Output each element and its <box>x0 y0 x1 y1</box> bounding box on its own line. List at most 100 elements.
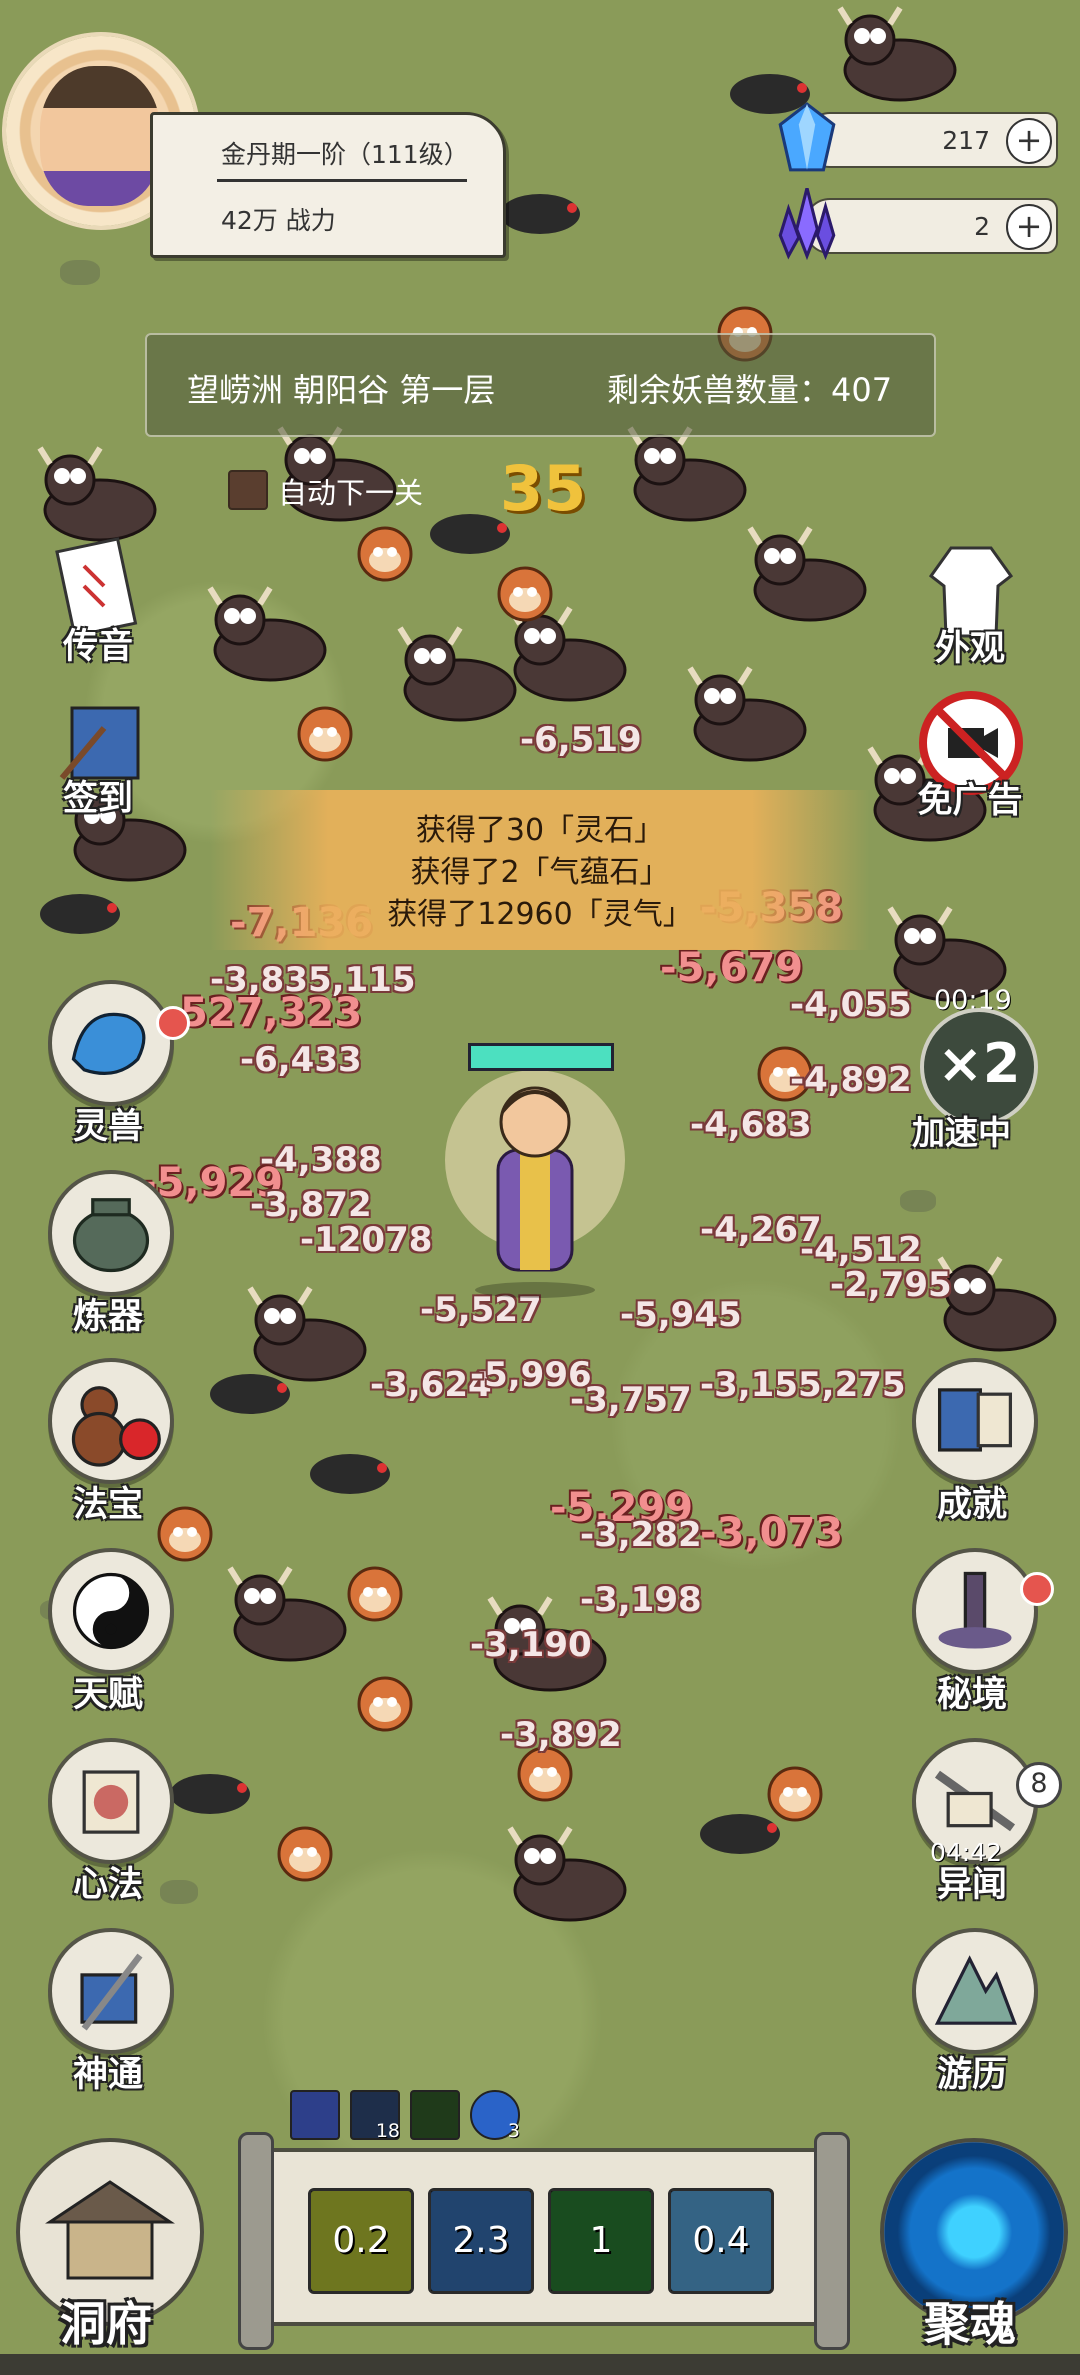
refine-label: 炼器 <box>72 1297 143 1337</box>
yin-yang-icon <box>48 1548 174 1674</box>
treasure-label: 法宝 <box>72 1485 143 1525</box>
talent-label: 天赋 <box>72 1675 143 1715</box>
checkin-label: 签到 <box>62 779 133 819</box>
skill-slot-1[interactable]: 0.2 <box>308 2188 414 2294</box>
damage-number: -3,282 <box>580 1515 702 1555</box>
gourd-icon <box>48 1358 174 1484</box>
secret-realm-label: 秘境 <box>936 1675 1007 1715</box>
avatar-portrait <box>40 66 160 206</box>
buff-slot[interactable]: 18 <box>350 2090 400 2142</box>
combat-power: 42万 战力 <box>221 206 336 235</box>
buff-slot[interactable]: 3 <box>470 2090 520 2142</box>
beast-label: 灵兽 <box>72 1107 143 1147</box>
stage-location: 望崂洲 朝阳谷 第一层 <box>187 371 496 409</box>
damage-number: -3,872 <box>250 1185 372 1225</box>
skill-cooldown: 0.2 <box>311 2191 411 2291</box>
monkey-monster <box>297 706 353 762</box>
no-ads-button[interactable]: 免广告 <box>890 680 1050 850</box>
sword-book-icon <box>48 1928 174 2054</box>
spirit-crystal-value: 217 <box>942 126 990 155</box>
purple-crystal-cluster-icon <box>778 188 836 260</box>
damage-number: -5,945 <box>620 1295 742 1335</box>
auto-next-label: 自动下一关 <box>278 476 424 510</box>
ox-monster <box>207 586 327 682</box>
damage-number: -3,073 <box>700 1510 844 1556</box>
damage-number: -5,679 <box>660 945 804 991</box>
remaining-monsters: 剩余妖兽数量：407 <box>607 371 893 409</box>
secret-realm-button[interactable]: 秘境 <box>892 1548 1054 1718</box>
ox-monster <box>837 6 957 102</box>
player-info-panel[interactable]: 金丹期一阶（111级） 42万 战力 <box>150 112 506 258</box>
loot-notification: 获得了30「灵石」 获得了2「气蕴石」 获得了12960「灵气」 <box>210 790 870 950</box>
add-spirit-crystal-button[interactable]: + <box>1006 118 1052 164</box>
scroll-end-right <box>814 2132 850 2350</box>
appearance-button[interactable]: 外观 <box>890 528 1050 698</box>
beast-button[interactable]: 灵兽 <box>28 980 190 1150</box>
achievement-label: 成就 <box>936 1485 1007 1525</box>
speed-status-label: 加速中 <box>912 1113 1011 1152</box>
damage-number: -4,055 <box>790 985 912 1025</box>
damage-number: -3,757 <box>570 1380 692 1420</box>
cauldron-icon <box>48 1170 174 1296</box>
qi-crystal-value: 2 <box>974 212 990 241</box>
ox-monster <box>687 666 807 762</box>
scroll-end-left <box>238 2132 274 2350</box>
divine-label: 神通 <box>72 2055 143 2095</box>
damage-number: -12078 <box>300 1220 433 1260</box>
travel-button[interactable]: 游历 <box>892 1928 1052 2098</box>
buff-slot[interactable] <box>290 2090 340 2140</box>
qi-crystal-counter: 2 + <box>778 188 1058 260</box>
skill-slot-3[interactable]: 1 <box>548 2188 654 2294</box>
scroll-icon <box>48 1738 174 1864</box>
rumors-count-badge: 8 <box>1016 1762 1062 1808</box>
skill-cooldown: 2.3 <box>431 2191 531 2291</box>
checkin-button[interactable]: 签到 <box>18 680 178 850</box>
damage-number: -6,519 <box>520 720 642 760</box>
mind-button[interactable]: 心法 <box>28 1738 188 1908</box>
gather-soul-label: 聚魂 <box>924 2297 1016 2351</box>
gather-soul-button[interactable]: 聚魂 <box>880 2138 1070 2351</box>
notification-dot <box>156 1006 190 1040</box>
appearance-label: 外观 <box>934 629 1005 669</box>
damage-number: -6,433 <box>240 1040 362 1080</box>
monkey-monster <box>357 1676 413 1732</box>
message-button[interactable]: 传音 <box>18 528 178 698</box>
rat-monster <box>700 1814 780 1854</box>
dragon-icon <box>48 980 174 1106</box>
damage-number: -4,683 <box>690 1105 812 1145</box>
loot-line: 获得了12960「灵气」 <box>387 897 693 932</box>
stage-info-bar: 望崂洲 朝阳谷 第一层 剩余妖兽数量：407 <box>145 333 936 437</box>
auto-next-checkbox[interactable] <box>228 470 268 510</box>
monkey-monster <box>497 566 553 622</box>
damage-number: -2,795 <box>830 1265 952 1305</box>
rat-monster <box>210 1374 290 1414</box>
divine-button[interactable]: 神通 <box>28 1928 188 2098</box>
blue-crystal-icon <box>778 102 836 172</box>
monkey-monster <box>277 1826 333 1882</box>
damage-number: -3,190 <box>470 1625 592 1665</box>
loot-line: 获得了30「灵石」 <box>415 813 665 848</box>
talent-button[interactable]: 天赋 <box>28 1548 188 1718</box>
rat-monster <box>310 1454 390 1494</box>
buff-slot[interactable] <box>410 2090 460 2140</box>
bottom-bar <box>0 2354 1080 2375</box>
treasure-button[interactable]: 法宝 <box>28 1358 188 1528</box>
rumors-timer: 04:42 <box>930 1838 1003 1867</box>
skill-slot-4[interactable]: 0.4 <box>668 2188 774 2294</box>
achievement-button[interactable]: 成就 <box>892 1358 1052 1528</box>
rat-monster <box>40 894 120 934</box>
add-qi-crystal-button[interactable]: + <box>1006 204 1052 250</box>
skill-bar: 0.2 2.3 1 0.4 <box>238 2132 850 2350</box>
cave-residence-label: 洞府 <box>60 2297 152 2351</box>
damage-number: -3,198 <box>580 1580 702 1620</box>
damage-number: -4,512 <box>800 1230 922 1270</box>
ox-monster <box>507 1826 627 1922</box>
skill-cooldown: 1 <box>551 2191 651 2291</box>
cave-residence-button[interactable]: 洞府 <box>16 2138 204 2351</box>
skill-slot-2[interactable]: 2.3 <box>428 2188 534 2294</box>
refine-button[interactable]: 炼器 <box>28 1170 188 1340</box>
no-ads-label: 免广告 <box>917 781 1023 821</box>
tower-icon <box>912 1548 1038 1674</box>
monkey-monster <box>357 526 413 582</box>
travel-label: 游历 <box>936 2055 1007 2095</box>
